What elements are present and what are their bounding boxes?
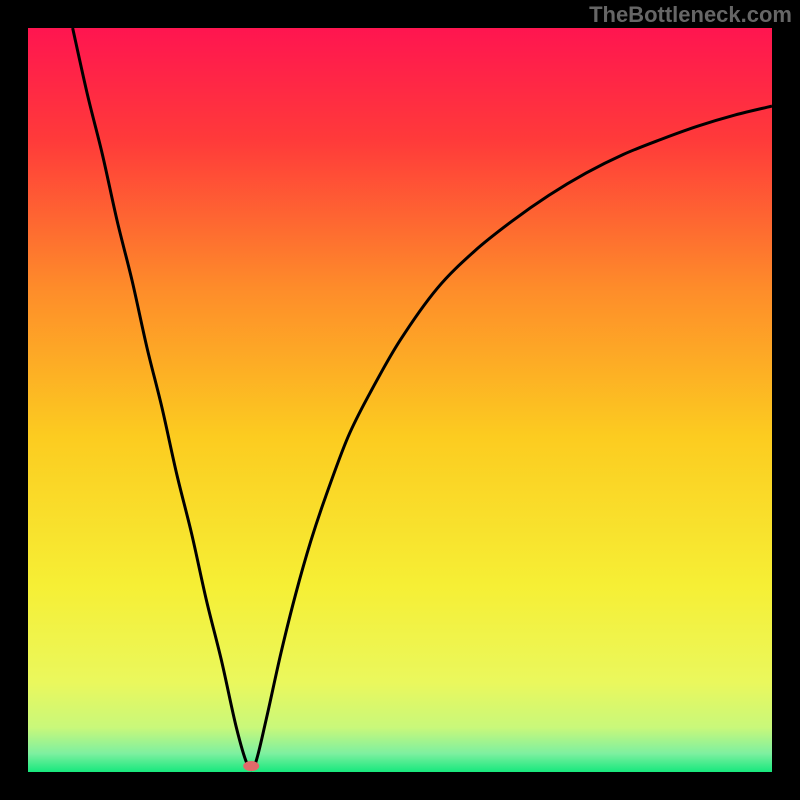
plot-frame <box>28 28 772 772</box>
minimum-marker <box>243 761 259 771</box>
watermark-text: TheBottleneck.com <box>589 2 792 28</box>
curve-layer <box>28 28 772 772</box>
bottleneck-curve <box>73 28 772 770</box>
